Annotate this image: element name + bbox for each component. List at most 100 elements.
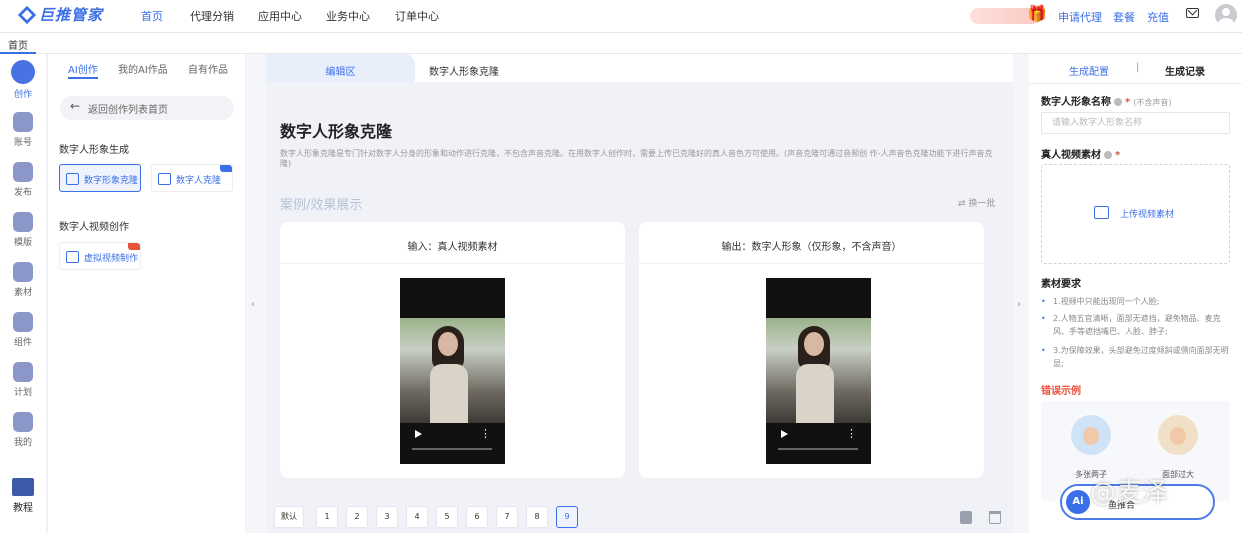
section-title: 数字人视频创作 [59, 222, 129, 233]
label-text: 真人视频素材 [1041, 150, 1101, 161]
nav-business-center[interactable]: 业务中心 [326, 8, 370, 24]
publish-icon [13, 162, 33, 182]
apply-agent-link[interactable]: 申请代理 [1058, 9, 1102, 25]
sidebar-item-material[interactable]: 素材 [0, 262, 46, 298]
text-image-icon [158, 173, 171, 185]
user-icon [13, 412, 33, 432]
tab-generation-config[interactable]: 生成配置 [1069, 63, 1109, 78]
top-navbar: 巨推管家 首页 代理分销 应用中心 业务中心 订单中心 🎁 申请代理 套餐 充值 [0, 0, 1242, 32]
sidebar-item-label: 组件 [13, 338, 32, 348]
sidebar-item-template[interactable]: 模版 [0, 212, 46, 248]
more-options-icon[interactable]: ⋮ [846, 428, 857, 439]
card-image-clone[interactable]: 数字形象克隆 [59, 164, 141, 192]
avatar[interactable] [1215, 4, 1237, 26]
sidebar-item-label: 我的 [13, 438, 32, 448]
sidebar-item-component[interactable]: 组件 [0, 312, 46, 348]
nav-app-center[interactable]: 应用中心 [258, 8, 302, 24]
editor-tabs: 编辑区 数字人形象克隆 [266, 54, 1013, 82]
icon-sidebar: 创作 账号 发布 模版 素材 组件 计划 我的 教程 [0, 54, 46, 533]
requirement-item: 2.人物五官清晰，面部无遮挡，避免物品、麦克风、手等遮挡嘴巴、人脸、脖子; [1041, 312, 1231, 338]
video-frame-icon [66, 251, 79, 263]
page-4[interactable]: 4 [406, 506, 428, 528]
creation-panel: AI创作 我的AI作品 自有作品 ← 返回创作列表首页 数字人形象生成 数字形象… [48, 54, 245, 533]
section-title: 数字人形象生成 [59, 145, 129, 156]
card-label: 虚拟视频制作 [84, 254, 139, 264]
sidebar-item-label: 创作 [13, 90, 32, 100]
video-progress-bar[interactable] [778, 448, 858, 450]
page-default[interactable]: 默认 [274, 506, 304, 528]
play-icon[interactable] [415, 430, 422, 438]
video-frame [766, 318, 871, 423]
panel-collapse-handle[interactable]: ‹ [246, 54, 266, 533]
page-7[interactable]: 7 [496, 506, 518, 528]
chevron-right-icon: › [1017, 299, 1021, 310]
logo[interactable]: 巨推管家 [18, 4, 103, 25]
sidebar-item-tutorial[interactable]: 教程 [0, 478, 46, 514]
account-icon [13, 112, 33, 132]
video-frame [400, 318, 505, 423]
mail-icon[interactable] [1186, 8, 1199, 18]
sidebar-item-label: 计划 [13, 388, 32, 398]
swap-batch-button[interactable]: ⇄ 换一批 [958, 196, 995, 209]
video-player[interactable]: ⋮ [400, 278, 505, 464]
recharge-link[interactable]: 充值 [1147, 9, 1169, 25]
tab-separator: | [1136, 62, 1140, 73]
nav-agent-distribution[interactable]: 代理分销 [190, 8, 234, 24]
tutorial-icon [12, 478, 34, 496]
copy-icon[interactable] [960, 511, 972, 524]
package-link[interactable]: 套餐 [1113, 9, 1135, 25]
tab-home[interactable]: 首页 [0, 33, 36, 54]
back-to-list-button[interactable]: ← 返回创作列表首页 [60, 96, 234, 120]
page-9[interactable]: 9 [556, 506, 578, 528]
sidebar-item-mine[interactable]: 我的 [0, 412, 46, 448]
card-virtual-video[interactable]: 虚拟视频制作 [59, 242, 141, 270]
video-field-label: 真人视频素材 * [1041, 146, 1120, 161]
page-1[interactable]: 1 [316, 506, 338, 528]
hot-badge [128, 243, 140, 250]
tab-edit-area[interactable]: 编辑区 [266, 54, 415, 82]
card-human-clone[interactable]: 数字人克隆 [151, 164, 233, 192]
page-8[interactable]: 8 [526, 506, 548, 528]
divider [1029, 83, 1242, 84]
tab-ai-create[interactable]: AI创作 [68, 61, 98, 79]
card-label: 数字人克隆 [176, 176, 222, 186]
sidebar-item-publish[interactable]: 发布 [0, 162, 46, 198]
sidebar-item-label: 发布 [13, 188, 32, 198]
nav-order-center[interactable]: 订单中心 [395, 8, 439, 24]
panel-collapse-handle-right[interactable]: › [1013, 54, 1029, 533]
template-icon [13, 212, 33, 232]
nav-home[interactable]: 首页 [141, 8, 163, 24]
name-input[interactable] [1041, 112, 1230, 134]
sidebar-item-plan[interactable]: 计划 [0, 362, 46, 398]
upload-video-dropzone[interactable]: 上传视频素材 [1041, 164, 1230, 264]
play-icon[interactable] [781, 430, 788, 438]
trash-icon[interactable] [989, 511, 1001, 524]
ai-icon: Ai [1066, 490, 1090, 514]
page-description: 数字人形象克隆是专门针对数字人分身的形象和动作进行克隆，不包含声音克隆。在用数字… [280, 149, 993, 168]
large-face-icon [1158, 415, 1198, 455]
page-5[interactable]: 5 [436, 506, 458, 528]
sidebar-item-label: 素材 [13, 288, 32, 298]
tab-digital-clone[interactable]: 数字人形象克隆 [429, 63, 499, 78]
label-hint: (不含声音) [1133, 98, 1172, 107]
sidebar-item-account[interactable]: 账号 [0, 112, 46, 148]
tab-generation-history[interactable]: 生成记录 [1165, 63, 1205, 78]
page-3[interactable]: 3 [376, 506, 398, 528]
back-label: 返回创作列表首页 [88, 105, 168, 116]
preview-card-input: 输入：真人视频素材 ⋮ [280, 222, 625, 478]
gift-icon[interactable]: 🎁 [1027, 4, 1047, 23]
tab-my-ai-works[interactable]: 我的AI作品 [118, 61, 168, 76]
video-progress-bar[interactable] [412, 448, 492, 450]
preview-label: 输出：数字人形象（仅形象，不含声音） [639, 222, 984, 264]
upload-video-icon [1094, 206, 1109, 219]
sidebar-item-create[interactable]: 创作 [0, 60, 46, 100]
page-6[interactable]: 6 [466, 506, 488, 528]
video-player[interactable]: ⋮ [766, 278, 871, 464]
tab-own-works[interactable]: 自有作品 [188, 61, 228, 76]
more-options-icon[interactable]: ⋮ [480, 428, 491, 439]
card-label: 数字形象克隆 [84, 176, 139, 186]
main-content: 编辑区 数字人形象克隆 数字人形象克隆 数字人形象克隆是专门针对数字人分身的形象… [266, 54, 1013, 533]
help-icon[interactable] [1104, 151, 1112, 159]
page-2[interactable]: 2 [346, 506, 368, 528]
help-icon[interactable] [1114, 98, 1122, 106]
